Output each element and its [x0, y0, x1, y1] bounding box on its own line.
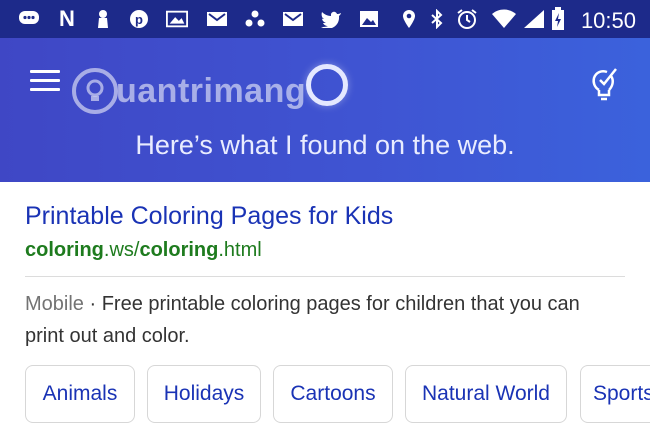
- status-bar: N p 10:50: [0, 0, 650, 38]
- gmail-icon: [206, 9, 228, 29]
- messages-icon: [18, 9, 40, 29]
- category-chips: Animals Holidays Cartoons Natural World …: [25, 365, 650, 425]
- url-extension: .html: [218, 239, 262, 261]
- cortana-icon[interactable]: [306, 64, 348, 106]
- chip-cartoons[interactable]: Cartoons: [273, 365, 393, 423]
- cortana-header: uantrimang Here’s what I found on the we…: [0, 38, 650, 182]
- url-tld: .ws/: [103, 239, 140, 261]
- quantrimang-watermark-logo: uantrimang: [72, 66, 306, 116]
- dots-icon: [244, 9, 266, 29]
- pinterest-icon: p: [128, 9, 150, 29]
- signal-icon: [522, 9, 546, 29]
- result-snippet: Mobile · Free printable coloring pages f…: [25, 288, 615, 352]
- snippet-text: Free printable coloring pages for childr…: [25, 293, 580, 347]
- lightbulb-check-icon[interactable]: [588, 66, 622, 102]
- snippet-separator: ·: [83, 293, 102, 315]
- chip-holidays[interactable]: Holidays: [147, 365, 261, 423]
- wifi-icon: [490, 9, 518, 29]
- image-icon: [358, 9, 380, 29]
- chip-natural-world[interactable]: Natural World: [405, 365, 567, 423]
- gallery-icon: [166, 9, 188, 29]
- snippet-meta: Mobile: [25, 293, 84, 315]
- hamburger-menu-button[interactable]: [30, 68, 60, 94]
- alarm-icon: [456, 9, 478, 29]
- gmail-icon: [282, 9, 304, 29]
- url-domain-bold: coloring: [25, 239, 104, 261]
- bluetooth-icon: [426, 9, 448, 29]
- battery-icon: [550, 7, 566, 30]
- result-url[interactable]: coloring.ws/coloring.html: [25, 239, 262, 262]
- clock: 10:50: [580, 8, 636, 33]
- netflix-icon: N: [59, 6, 75, 31]
- brand-text: uantrimang: [116, 71, 307, 110]
- chip-sports[interactable]: Sports: [580, 365, 650, 423]
- chip-animals[interactable]: Animals: [25, 365, 135, 423]
- result-title-link[interactable]: Printable Coloring Pages for Kids: [25, 202, 393, 231]
- svg-text:p: p: [135, 12, 143, 27]
- divider: [25, 276, 625, 277]
- cortana-message: Here’s what I found on the web.: [135, 130, 515, 160]
- location-icon: [398, 9, 420, 29]
- keyhole-icon: [92, 9, 114, 29]
- lightbulb-icon: [72, 68, 118, 114]
- twitter-icon: [320, 9, 342, 29]
- search-result-card: Printable Coloring Pages for Kids colori…: [0, 182, 650, 446]
- url-path-bold: coloring: [139, 239, 219, 261]
